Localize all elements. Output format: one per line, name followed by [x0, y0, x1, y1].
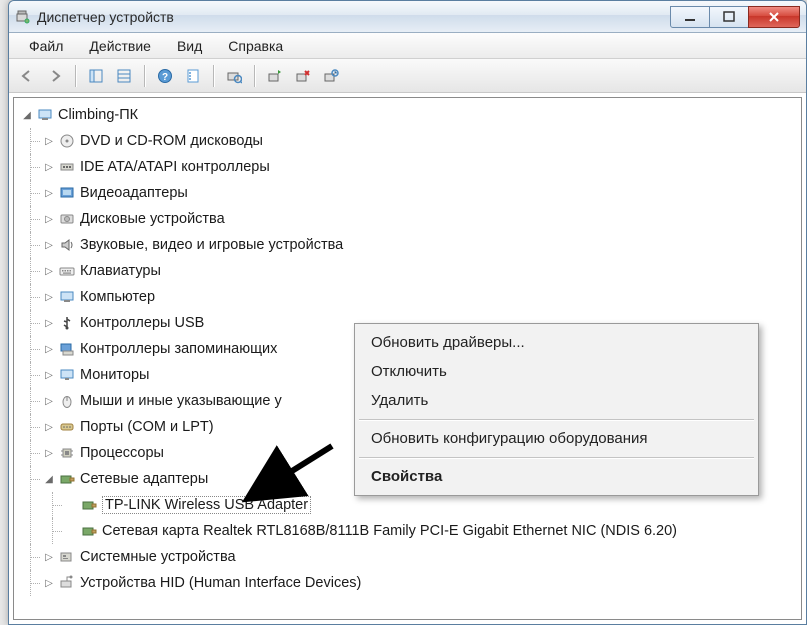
- monitor-icon: [58, 366, 76, 384]
- tree-label: Мониторы: [80, 367, 149, 383]
- properties-button[interactable]: [181, 64, 205, 88]
- tree-label: Процессоры: [80, 445, 164, 461]
- window-title: Диспетчер устройств: [37, 9, 174, 25]
- computer-icon: [58, 288, 76, 306]
- tree-item-disk[interactable]: ▷ Дисковые устройства: [42, 206, 801, 232]
- tree-label: IDE ATA/ATAPI контроллеры: [80, 159, 270, 175]
- network-adapter-icon: [80, 496, 98, 514]
- tree-label: Сетевая карта Realtek RTL8168B/8111B Fam…: [102, 523, 677, 539]
- collapse-icon[interactable]: ◢: [42, 472, 56, 486]
- expand-icon[interactable]: ▷: [42, 160, 56, 174]
- tree-label: Порты (COM и LPT): [80, 419, 214, 435]
- tree-label: Видеоадаптеры: [80, 185, 188, 201]
- scan-hardware-button[interactable]: [222, 64, 246, 88]
- tree-item-ide[interactable]: ▷ IDE ATA/ATAPI контроллеры: [42, 154, 801, 180]
- titlebar[interactable]: Диспетчер устройств: [9, 1, 806, 33]
- usb-icon: [58, 314, 76, 332]
- tree-item-dvd[interactable]: ▷ DVD и CD-ROM дисководы: [42, 128, 801, 154]
- network-adapter-icon: [80, 522, 98, 540]
- tree-label: Компьютер: [80, 289, 155, 305]
- cpu-icon: [58, 444, 76, 462]
- uninstall-button[interactable]: [291, 64, 315, 88]
- context-menu-properties[interactable]: Свойства: [357, 462, 756, 491]
- forward-button[interactable]: [43, 64, 67, 88]
- tree-label: DVD и CD-ROM дисководы: [80, 133, 263, 149]
- tree-item-sound[interactable]: ▷ Звуковые, видео и игровые устройства: [42, 232, 801, 258]
- tree-label: Climbing-ПК: [58, 107, 138, 123]
- menu-file[interactable]: Файл: [17, 36, 75, 56]
- disk-icon: [58, 210, 76, 228]
- tree-item-system[interactable]: ▷ Системные устройства: [42, 544, 801, 570]
- expand-icon[interactable]: ▷: [42, 550, 56, 564]
- tree-label: Системные устройства: [80, 549, 236, 565]
- mouse-icon: [58, 392, 76, 410]
- context-menu-separator: [359, 419, 754, 420]
- storage-controller-icon: [58, 340, 76, 358]
- window-frame: Диспетчер устройств Файл Действие Вид Сп…: [8, 0, 807, 625]
- tree-label: Контроллеры USB: [80, 315, 204, 331]
- show-hide-tree-button[interactable]: [84, 64, 108, 88]
- context-menu: Обновить драйверы... Отключить Удалить О…: [354, 323, 759, 496]
- context-menu-disable[interactable]: Отключить: [357, 357, 756, 386]
- maximize-button[interactable]: [709, 6, 749, 28]
- expand-icon[interactable]: ▷: [42, 134, 56, 148]
- expand-icon[interactable]: ▷: [42, 342, 56, 356]
- tree-label: Сетевые адаптеры: [80, 471, 208, 487]
- hid-icon: [58, 574, 76, 592]
- collapse-icon[interactable]: ◢: [20, 108, 34, 122]
- tree-item-keyboard[interactable]: ▷ Клавиатуры: [42, 258, 801, 284]
- tree-label: Устройства HID (Human Interface Devices): [80, 575, 361, 591]
- expand-icon[interactable]: ▷: [42, 576, 56, 590]
- window-controls: [671, 6, 800, 28]
- disable-button[interactable]: [319, 64, 343, 88]
- tree-label: Дисковые устройства: [80, 211, 225, 227]
- expand-icon[interactable]: ▷: [42, 446, 56, 460]
- help-button[interactable]: ?: [153, 64, 177, 88]
- app-icon: [15, 9, 31, 25]
- expand-icon[interactable]: ▷: [42, 186, 56, 200]
- context-menu-delete[interactable]: Удалить: [357, 386, 756, 415]
- tree-label: Мыши и иные указывающие у: [80, 393, 282, 409]
- expand-icon[interactable]: ▷: [42, 264, 56, 278]
- tree-label: TP-LINK Wireless USB Adapter: [102, 496, 311, 514]
- tree-label: Контроллеры запоминающих: [80, 341, 277, 357]
- tree-label: Звуковые, видео и игровые устройства: [80, 237, 343, 253]
- tree-label: Клавиатуры: [80, 263, 161, 279]
- context-menu-update-drivers[interactable]: Обновить драйверы...: [357, 328, 756, 357]
- context-menu-separator: [359, 457, 754, 458]
- context-menu-scan-hardware[interactable]: Обновить конфигурацию оборудования: [357, 424, 756, 453]
- tree-item-hid[interactable]: ▷ Устройства HID (Human Interface Devices…: [42, 570, 801, 596]
- menu-help[interactable]: Справка: [216, 36, 295, 56]
- controller-icon: [58, 158, 76, 176]
- expand-icon[interactable]: ▷: [42, 238, 56, 252]
- expand-icon[interactable]: ▷: [42, 290, 56, 304]
- tree-root[interactable]: ◢ Climbing-ПК: [20, 102, 801, 128]
- toolbar: ?: [9, 59, 806, 93]
- menubar: Файл Действие Вид Справка: [9, 33, 806, 59]
- tree-item-realtek[interactable]: Сетевая карта Realtek RTL8168B/8111B Fam…: [64, 518, 801, 544]
- list-button[interactable]: [112, 64, 136, 88]
- close-button[interactable]: [748, 6, 800, 28]
- port-icon: [58, 418, 76, 436]
- network-adapter-icon: [58, 470, 76, 488]
- expand-icon[interactable]: ▷: [42, 316, 56, 330]
- minimize-button[interactable]: [670, 6, 710, 28]
- svg-text:?: ?: [162, 72, 168, 83]
- speaker-icon: [58, 236, 76, 254]
- expand-icon[interactable]: ▷: [42, 368, 56, 382]
- expand-icon[interactable]: ▷: [42, 212, 56, 226]
- system-device-icon: [58, 548, 76, 566]
- update-driver-button[interactable]: [263, 64, 287, 88]
- tree-item-video[interactable]: ▷ Видеоадаптеры: [42, 180, 801, 206]
- expand-icon[interactable]: ▷: [42, 394, 56, 408]
- menu-view[interactable]: Вид: [165, 36, 214, 56]
- disc-icon: [58, 132, 76, 150]
- back-button[interactable]: [15, 64, 39, 88]
- keyboard-icon: [58, 262, 76, 280]
- display-adapter-icon: [58, 184, 76, 202]
- menu-action[interactable]: Действие: [77, 36, 163, 56]
- tree-item-computer[interactable]: ▷ Компьютер: [42, 284, 801, 310]
- computer-icon: [36, 106, 54, 124]
- expand-icon[interactable]: ▷: [42, 420, 56, 434]
